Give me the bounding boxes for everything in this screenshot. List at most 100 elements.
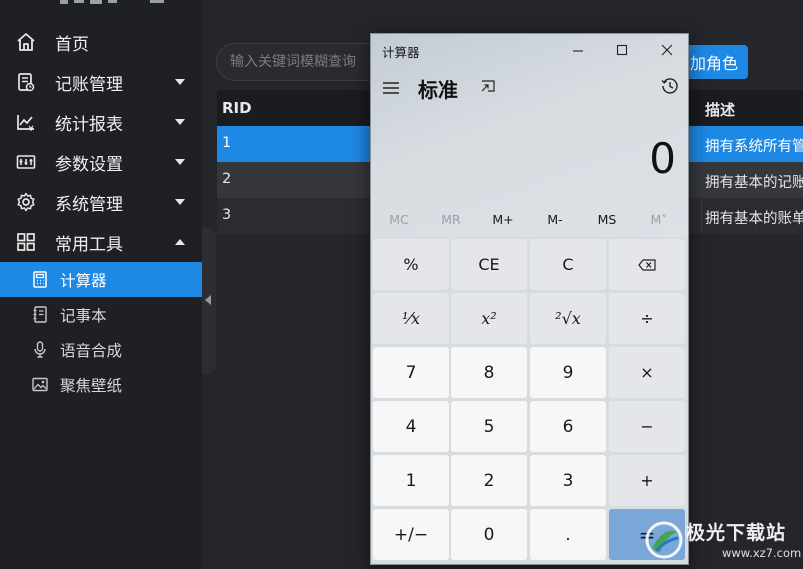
close-icon[interactable] (650, 38, 684, 62)
memory-store-button[interactable]: MS (581, 212, 633, 227)
digit-8-button[interactable]: 8 (451, 347, 527, 398)
menu-label: 系统管理 (55, 194, 123, 215)
decimal-button[interactable]: . (530, 509, 606, 560)
sidebar-item-calculator[interactable]: 计算器 (0, 262, 202, 297)
memory-list-button[interactable]: M˅ (633, 212, 685, 227)
chevron-down-icon (175, 119, 185, 125)
digit-7-button[interactable]: 7 (373, 347, 449, 398)
notebook-icon (33, 306, 47, 323)
key-label: . (565, 524, 571, 545)
multiply-button[interactable]: × (609, 347, 685, 398)
digit-3-button[interactable]: 3 (530, 455, 606, 506)
sidebar: 首页 记账管理 统计报表 参数设置 系统管理 常用工具 计算器 记事本 语音合成… (0, 0, 202, 569)
digit-9-button[interactable]: 9 (530, 347, 606, 398)
add-role-button-label: 加角色 (689, 54, 738, 73)
chevron-down-icon (175, 79, 185, 85)
key-label: x² (481, 309, 497, 328)
cell-description: 拥有基本的账单 (705, 211, 803, 227)
chevron-down-icon (175, 159, 185, 165)
cell-divider (701, 126, 702, 162)
percent-button[interactable]: % (373, 239, 449, 290)
menu-item-reports[interactable]: 统计报表 (0, 102, 202, 142)
menu-label: 参数设置 (55, 154, 123, 175)
cell-divider (701, 198, 702, 234)
calculator-header: 计算器 标准 0 MC MR M+ M- MS M˅ (371, 34, 688, 237)
memory-add-button[interactable]: M+ (477, 212, 529, 227)
key-label: 4 (405, 416, 417, 437)
key-label: 6 (562, 416, 574, 437)
keep-on-top-icon[interactable] (479, 77, 497, 95)
calculator-mode-title: 标准 (418, 78, 458, 102)
key-label: + (640, 471, 654, 490)
menu-item-tools[interactable]: 常用工具 (0, 222, 202, 262)
calculator-icon (33, 271, 47, 288)
chevron-up-icon (175, 239, 185, 245)
ledger-icon (18, 73, 35, 92)
digit-0-button[interactable]: 0 (451, 509, 527, 560)
watermark-logo (645, 521, 683, 559)
key-label: 2 (483, 470, 495, 491)
backspace-button[interactable] (609, 239, 685, 290)
menu-label: 首页 (55, 34, 89, 55)
menu-item-system[interactable]: 系统管理 (0, 182, 202, 222)
key-label: 5 (483, 416, 495, 437)
column-header-rid[interactable]: RID (222, 99, 252, 117)
add-role-button[interactable]: 加角色 (686, 45, 748, 79)
square-button[interactable]: x² (451, 293, 527, 344)
cell-rid: 1 (222, 135, 232, 151)
memory-clear-button[interactable]: MC (373, 212, 425, 227)
menu-label: 统计报表 (55, 114, 123, 135)
menu-label: 常用工具 (55, 234, 123, 255)
key-label: ²√x (555, 309, 581, 328)
key-label: +/− (393, 524, 429, 545)
sidebar-item-speech-synthesis[interactable]: 语音合成 (0, 332, 202, 367)
digit-1-button[interactable]: 1 (373, 455, 449, 506)
calculator-display: 0 (649, 134, 676, 183)
digit-6-button[interactable]: 6 (530, 401, 606, 452)
key-label: 0 (483, 524, 495, 545)
subtract-button[interactable]: − (609, 401, 685, 452)
key-label: ¹⁄x (401, 309, 421, 328)
sidebar-item-wallpaper[interactable]: 聚焦壁纸 (0, 367, 202, 402)
cell-rid: 3 (222, 207, 232, 223)
sidebar-item-notepad[interactable]: 记事本 (0, 297, 202, 332)
watermark: 极光下载站 www.xz7.com (640, 516, 803, 569)
microphone-icon (34, 341, 46, 358)
cell-rid: 2 (222, 171, 232, 187)
digit-2-button[interactable]: 2 (451, 455, 527, 506)
menu-item-parameters[interactable]: 参数设置 (0, 142, 202, 182)
maximize-icon[interactable] (605, 38, 639, 62)
digit-4-button[interactable]: 4 (373, 401, 449, 452)
history-icon[interactable] (660, 76, 680, 96)
menu-item-home[interactable]: 首页 (0, 22, 202, 62)
menu-label: 记账管理 (55, 74, 123, 95)
sidebar-item-label: 语音合成 (60, 342, 123, 360)
sidebar-item-label: 记事本 (60, 307, 107, 325)
square-root-button[interactable]: ²√x (530, 293, 606, 344)
negate-button[interactable]: +/− (373, 509, 449, 560)
minimize-icon[interactable] (561, 38, 595, 62)
chevron-left-icon (205, 295, 211, 305)
memory-recall-button[interactable]: MR (425, 212, 477, 227)
add-button[interactable]: + (609, 455, 685, 506)
search-input[interactable] (216, 43, 386, 81)
clear-button[interactable]: C (530, 239, 606, 290)
sidebar-item-label: 计算器 (60, 272, 107, 290)
column-header-description[interactable]: 描述 (705, 99, 735, 120)
menu-icon[interactable] (382, 81, 400, 95)
reciprocal-button[interactable]: ¹⁄x (373, 293, 449, 344)
key-label: C (562, 255, 574, 274)
divide-button[interactable]: ÷ (609, 293, 685, 344)
watermark-url: www.xz7.com (722, 546, 802, 560)
grid-icon (17, 233, 35, 251)
digit-5-button[interactable]: 5 (451, 401, 527, 452)
menu-item-ledger[interactable]: 记账管理 (0, 62, 202, 102)
clear-entry-button[interactable]: CE (451, 239, 527, 290)
cell-description: 拥有系统所有管 (705, 139, 803, 155)
memory-subtract-button[interactable]: M- (529, 212, 581, 227)
key-label: CE (478, 255, 500, 274)
sidebar-collapse-toggle[interactable] (202, 228, 216, 374)
window-title: 计算器 (382, 45, 420, 60)
chart-icon (17, 115, 34, 131)
parameters-icon (16, 155, 36, 169)
